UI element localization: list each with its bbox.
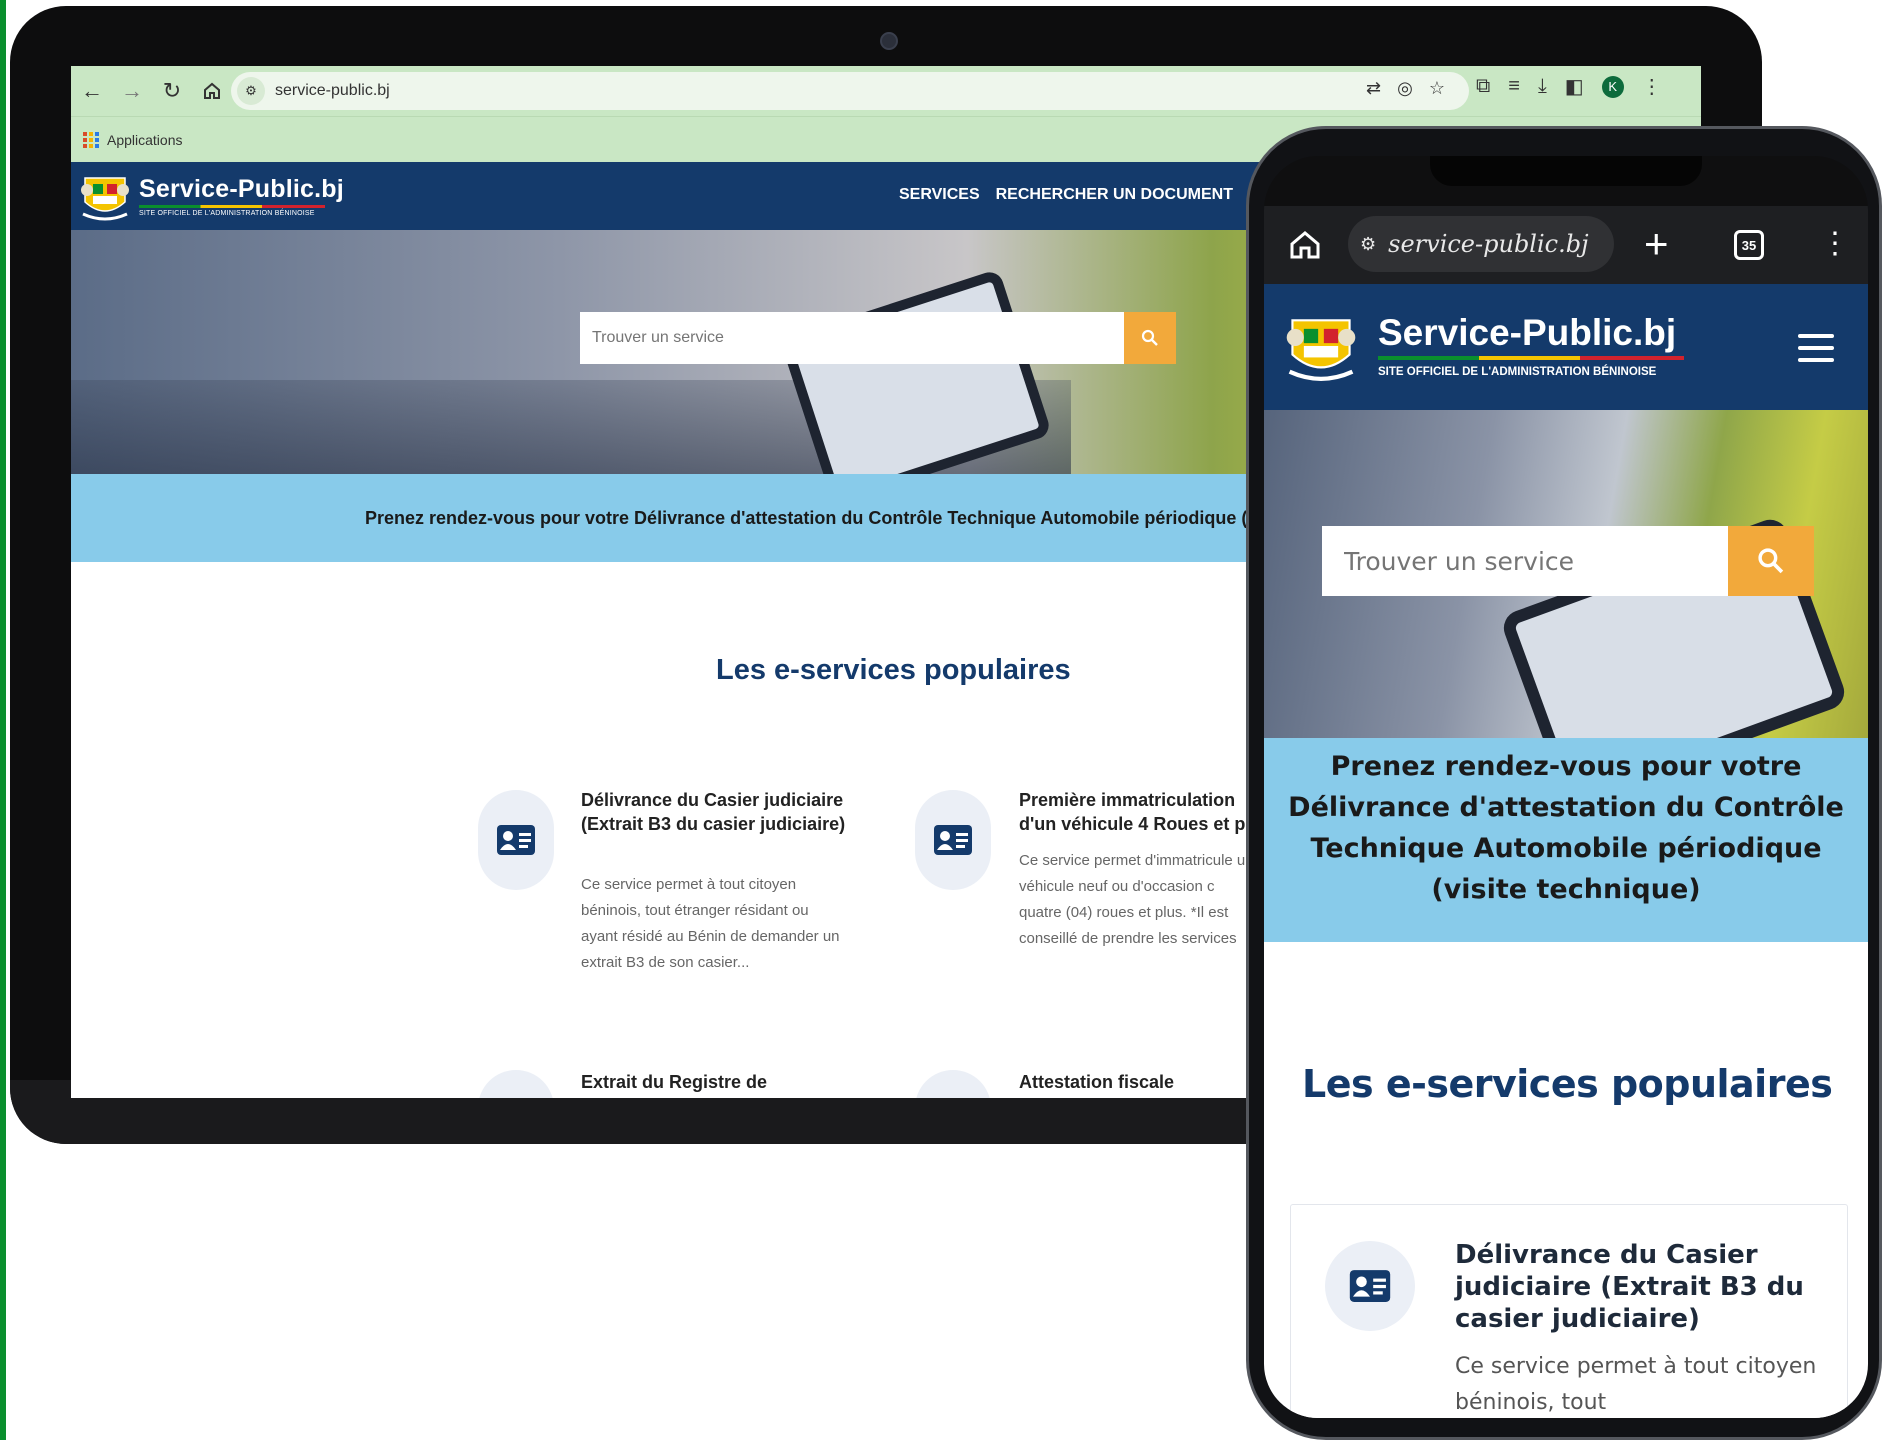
card-icon-circle (1325, 1241, 1415, 1331)
coat-of-arms-icon (1286, 319, 1356, 381)
mobile-site-header: Service-Public.bj SITE OFFICIEL DE L'ADM… (1264, 284, 1868, 410)
back-arrow-icon[interactable]: ← (73, 72, 111, 110)
extension-icons: ⧉ ≡ ⤓ ◧ K ⋮ (1476, 74, 1662, 99)
logo-title: Service-Public.bj (139, 175, 344, 203)
hamburger-menu-icon[interactable] (1798, 334, 1834, 362)
puzzle-icon[interactable]: ⧉ (1476, 75, 1490, 98)
tab-count-icon[interactable]: 35 (1734, 230, 1764, 260)
star-icon[interactable]: ☆ (1429, 78, 1445, 99)
card-icon-circle (478, 790, 554, 890)
card-icon-circle (915, 790, 991, 890)
search-input[interactable] (580, 312, 1124, 364)
more-vert-icon[interactable]: ⋮ (1642, 74, 1662, 99)
profile-avatar[interactable]: K (1601, 75, 1624, 98)
mobile-hero-image (1264, 410, 1868, 738)
mobile-address-url: service-public.bj (1388, 230, 1589, 258)
card-title-casier[interactable]: Délivrance du Casier judiciaire (Extrait… (1455, 1239, 1825, 1335)
new-tab-icon[interactable]: + (1644, 220, 1669, 268)
card-title-immatriculation[interactable]: Première immatriculation d'un véhicule 4… (1019, 788, 1255, 836)
search-button[interactable] (1728, 526, 1814, 596)
hero-tablet-graphic (779, 268, 1053, 474)
address-bar[interactable]: ⚙ service-public.bj ⇄ ◎ ☆ (231, 72, 1469, 110)
phone-screen: ⚙ service-public.bj + 35 ⋮ Service-Publi… (1264, 156, 1868, 1418)
card-description: Ce service permet d'immatricule un véhic… (1019, 852, 1254, 947)
card-icon-circle (478, 1070, 554, 1098)
section-title: Les e-services populaires (1302, 1062, 1833, 1106)
card-title-attestation-fiscale[interactable]: Attestation fiscale (1019, 1070, 1255, 1094)
id-card-icon (934, 825, 972, 855)
translate-icon[interactable]: ⇄ (1366, 78, 1381, 99)
mobile-search-bar (1322, 526, 1814, 596)
address-url: service-public.bj (275, 82, 390, 99)
laptop-camera (880, 32, 898, 50)
more-vert-icon[interactable]: ⋮ (1820, 224, 1850, 264)
site-nav: SERVICES RECHERCHER UN DOCUMENT (899, 186, 1233, 204)
forward-arrow-icon[interactable]: → (113, 72, 151, 110)
nav-search-document[interactable]: RECHERCHER UN DOCUMENT (996, 186, 1233, 204)
home-icon[interactable] (1284, 224, 1326, 266)
search-icon (1758, 548, 1784, 574)
site-settings-icon[interactable]: ⚙ (237, 77, 265, 105)
card-description: Ce service permet à tout citoyen béninoi… (1455, 1354, 1817, 1415)
logo-title: Service-Public.bj (1378, 312, 1677, 353)
side-panel-icon[interactable]: ◧ (1565, 74, 1584, 99)
home-icon[interactable] (193, 72, 231, 110)
mobile-content: Les e-services populaires Délivrance du … (1264, 942, 1868, 1418)
coat-of-arms-icon (81, 177, 129, 221)
card-description: Ce service permet à tout citoyen béninoi… (581, 876, 840, 971)
phone-notch (1430, 156, 1702, 186)
mobile-site-logo[interactable]: Service-Public.bj SITE OFFICIEL DE L'ADM… (1378, 312, 1684, 378)
green-edge-strip (0, 0, 6, 1440)
download-icon[interactable]: ⤓ (1538, 75, 1547, 98)
site-settings-icon[interactable]: ⚙ (1360, 234, 1376, 255)
site-logo[interactable]: Service-Public.bj SITE OFFICIEL DE L'ADM… (79, 168, 344, 224)
logo-subtitle: SITE OFFICIEL DE L'ADMINISTRATION BÉNINO… (1378, 366, 1657, 378)
reload-icon[interactable]: ↻ (153, 72, 191, 110)
bookmark-applications[interactable]: Applications (107, 132, 183, 148)
apps-grid-icon (83, 131, 99, 148)
id-card-icon (497, 825, 535, 855)
search-input[interactable] (1322, 526, 1728, 596)
nav-services[interactable]: SERVICES (899, 186, 980, 204)
card-title-casier[interactable]: Délivrance du Casier judiciaire (Extrait… (581, 788, 851, 836)
card-title-registre[interactable]: Extrait du Registre de (581, 1070, 851, 1094)
search-button[interactable] (1124, 312, 1176, 364)
logo-flag-rule (1378, 356, 1684, 360)
mobile-service-card[interactable]: Délivrance du Casier judiciaire (Extrait… (1290, 1204, 1848, 1418)
logo-flag-rule (139, 205, 325, 208)
id-card-icon (1349, 1270, 1391, 1302)
mobile-appointment-banner[interactable]: Prenez rendez-vous pour votre Délivrance… (1264, 738, 1868, 942)
mobile-address-bar[interactable]: ⚙ service-public.bj (1348, 216, 1614, 272)
eye-off-icon[interactable]: ◎ (1397, 78, 1413, 99)
search-icon (1141, 329, 1158, 346)
logo-subtitle: SITE OFFICIEL DE L'ADMINISTRATION BÉNINO… (139, 210, 315, 217)
mobile-browser-toolbar: ⚙ service-public.bj + 35 ⋮ (1264, 206, 1868, 284)
card-icon-circle (915, 1070, 991, 1098)
section-title: Les e-services populaires (716, 654, 1071, 686)
hero-search-bar (580, 312, 1176, 364)
reading-list-icon[interactable]: ≡ (1508, 75, 1520, 98)
